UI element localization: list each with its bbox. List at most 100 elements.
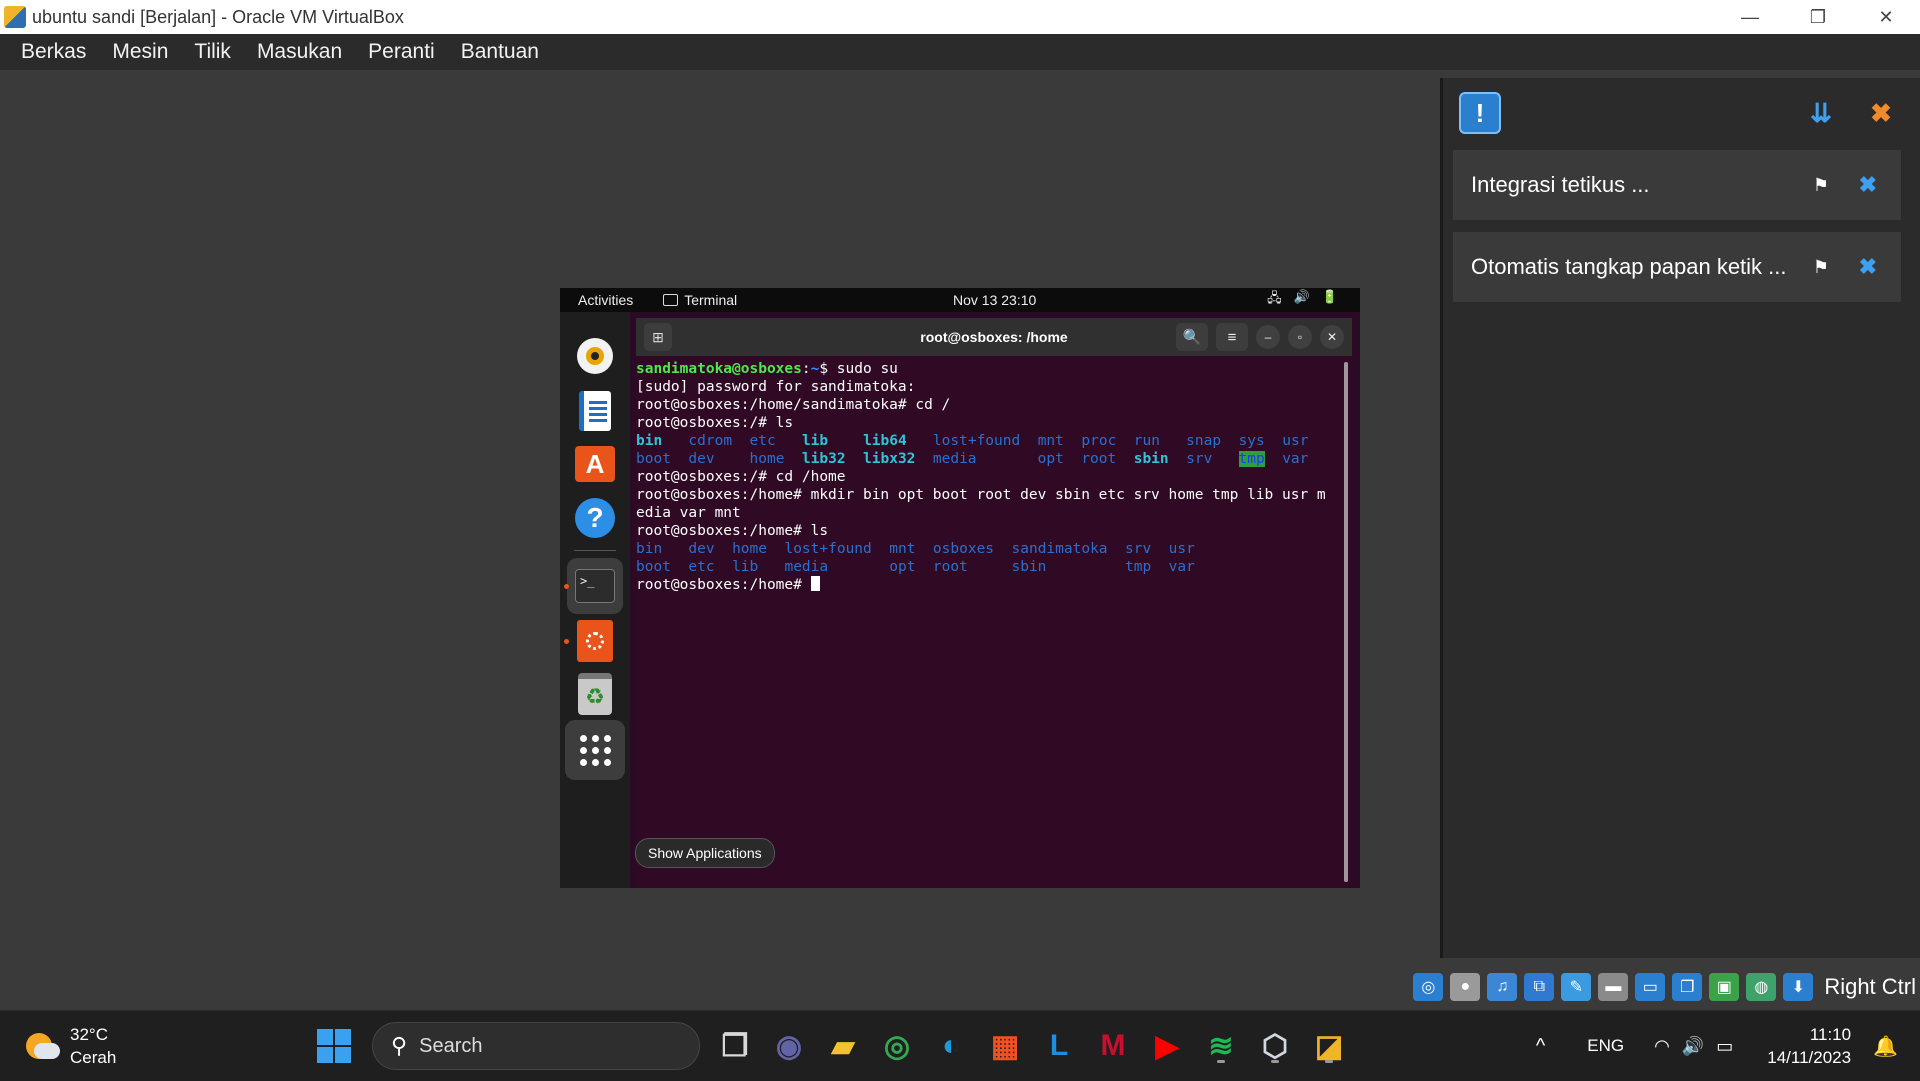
l-app-icon-glyph: L — [1049, 1029, 1069, 1062]
tray-status-icons[interactable]: ◠ 🔊 ▭ — [1654, 1036, 1733, 1057]
close-notification-icon[interactable]: ✖ — [1859, 254, 1877, 280]
terminal-text: tmp — [1238, 451, 1265, 467]
notification-card[interactable]: Otomatis tangkap papan ketik ... ⚑ ✖ — [1453, 232, 1901, 302]
terminal-menu-button[interactable]: ≡ — [1216, 323, 1248, 351]
dismiss-all-icon[interactable]: ✖ — [1860, 92, 1902, 134]
teams-icon[interactable]: ◉ — [768, 1025, 810, 1067]
new-tab-button[interactable]: ⊞ — [644, 323, 672, 351]
taskbar-search[interactable]: ⚲ Search — [372, 1022, 700, 1070]
mouse-integration-icon[interactable]: ⬇ — [1783, 973, 1814, 1001]
usb-icon[interactable]: ✎ — [1561, 973, 1592, 1001]
audio-icon[interactable]: ♫ — [1487, 973, 1518, 1001]
terminal-text: root@osboxes:/home# — [636, 577, 811, 593]
close-notification-icon[interactable]: ✖ — [1859, 172, 1877, 198]
terminal-scrollbar[interactable] — [1344, 362, 1348, 882]
gnome-clock[interactable]: Nov 13 23:10 — [953, 292, 1036, 308]
host-key-label[interactable]: Right Ctrl — [1824, 974, 1916, 1000]
app-menu-label: Terminal — [684, 292, 738, 308]
help-icon[interactable]: ? — [573, 496, 617, 540]
suppress-notification-icon[interactable]: ⚑ — [1813, 175, 1829, 196]
libreoffice-writer-icon[interactable] — [573, 389, 617, 433]
virtualbox-vm-icon-glyph: ◪ — [1314, 1029, 1344, 1063]
file-explorer-icon-glyph: ▰ — [831, 1029, 855, 1063]
display-icon[interactable]: ▭ — [1635, 973, 1666, 1001]
virtualbox-vm-icon[interactable]: ◪ — [1308, 1025, 1350, 1067]
network-icon[interactable]: ⧉ — [1524, 973, 1555, 1001]
terminal-text: bin — [636, 541, 663, 557]
gnome-system-tray[interactable]: 🖧 🔊 🔋 — [1267, 289, 1338, 311]
restore-button[interactable]: ❐ — [1784, 0, 1852, 34]
ubuntu-app-icon[interactable] — [573, 619, 617, 663]
trash-icon[interactable]: ♻ — [573, 672, 617, 716]
cpu-icon[interactable]: ▣ — [1709, 973, 1740, 1001]
rhythmbox-icon[interactable] — [573, 334, 617, 378]
terminal-dock-icon[interactable]: >_ — [567, 558, 623, 614]
dock-separator — [574, 550, 616, 551]
vm-display-area[interactable]: Activities Terminal Nov 13 23:10 🖧 🔊 🔋 A… — [0, 70, 1440, 1010]
task-view-icon[interactable]: ❐ — [714, 1025, 756, 1067]
edge-icon[interactable]: ◐ — [930, 1025, 972, 1067]
terminal-minimize-button[interactable]: – — [1256, 325, 1280, 349]
start-button[interactable] — [313, 1025, 355, 1067]
minimize-button[interactable]: — — [1716, 0, 1784, 34]
guest-screen[interactable]: Activities Terminal Nov 13 23:10 🖧 🔊 🔋 A… — [560, 288, 1360, 888]
close-button[interactable]: ✕ — [1852, 0, 1920, 34]
video-capture-icon[interactable]: ❐ — [1672, 973, 1703, 1001]
virtualbox-manager-icon[interactable]: ⬡ — [1254, 1025, 1296, 1067]
terminal-header-bar: ⊞ root@osboxes: /home 🔍 ≡ – ▫ ✕ — [636, 318, 1352, 356]
optical-drive-icon[interactable]: ● — [1450, 973, 1481, 1001]
menu-bantuan[interactable]: Bantuan — [448, 40, 552, 64]
spotify-icon[interactable]: ≋ — [1200, 1025, 1242, 1067]
l-app-icon[interactable]: L — [1038, 1025, 1080, 1067]
menu-berkas[interactable]: Berkas — [8, 40, 99, 64]
terminal-search-button[interactable]: 🔍 — [1176, 323, 1208, 351]
ubuntu-software-icon[interactable]: A — [573, 442, 617, 486]
notification-bell-icon[interactable]: 🔔 — [1873, 1034, 1898, 1059]
terminal-text: dev — [688, 451, 715, 467]
terminal-text: usr — [1168, 541, 1195, 557]
edge-icon-glyph: ◐ — [941, 1029, 961, 1062]
menu-mesin[interactable]: Mesin — [99, 40, 181, 64]
suppress-notification-icon[interactable]: ⚑ — [1813, 257, 1829, 278]
menu-bar: Berkas Mesin Tilik Masukan Peranti Bantu… — [0, 34, 1920, 70]
chrome-icon[interactable]: ◎ — [876, 1025, 918, 1067]
guest-additions-icon[interactable]: ◍ — [1746, 973, 1777, 1001]
shared-folder-icon[interactable]: ▬ — [1598, 973, 1629, 1001]
weather-widget[interactable]: 32°C Cerah — [26, 1023, 116, 1069]
network-icon: 🖧 — [1267, 290, 1282, 305]
task-view-icon-glyph: ❐ — [721, 1029, 749, 1063]
virtualbox-manager-icon-glyph: ⬡ — [1261, 1029, 1289, 1063]
menu-peranti[interactable]: Peranti — [355, 40, 448, 64]
terminal-close-button[interactable]: ✕ — [1320, 325, 1344, 349]
terminal-maximize-button[interactable]: ▫ — [1288, 325, 1312, 349]
terminal-text: root@osboxes:/# ls — [636, 415, 794, 431]
app-menu[interactable]: Terminal — [663, 292, 737, 308]
show-applications-tooltip: Show Applications — [635, 838, 775, 868]
activities-button[interactable]: Activities — [578, 292, 633, 308]
show-applications-icon[interactable] — [565, 720, 625, 780]
menu-tilik[interactable]: Tilik — [181, 40, 244, 64]
weather-description: Cerah — [70, 1048, 117, 1067]
taskbar-clock[interactable]: 11:10 14/11/2023 — [1767, 1023, 1851, 1069]
sort-notifications-icon[interactable]: ⇊ — [1800, 92, 1842, 134]
hard-disk-icon[interactable]: ◎ — [1413, 973, 1444, 1001]
language-indicator[interactable]: ENG — [1587, 1036, 1624, 1056]
youtube-icon[interactable]: ▶ — [1146, 1025, 1188, 1067]
terminal-output[interactable]: sandimatoka@osboxes:~$ sudo su [sudo] pas… — [636, 356, 1352, 888]
menu-masukan[interactable]: Masukan — [244, 40, 355, 64]
file-explorer-icon[interactable]: ▰ — [822, 1025, 864, 1067]
notification-card[interactable]: Integrasi tetikus ... ⚑ ✖ — [1453, 150, 1901, 220]
notification-alert-icon[interactable]: ! — [1459, 92, 1501, 134]
store-icon[interactable]: ▦ — [984, 1025, 1026, 1067]
terminal-text: var — [1282, 451, 1309, 467]
show-hidden-icons-chevron[interactable]: ^ — [1536, 1035, 1545, 1058]
mcafee-icon[interactable]: M — [1092, 1025, 1134, 1067]
